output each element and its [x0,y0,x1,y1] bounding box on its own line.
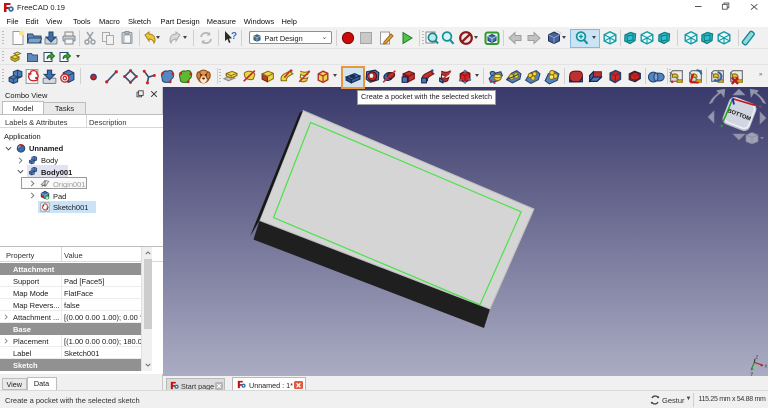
svg-text:x: x [765,364,768,370]
svg-text:z: z [756,355,759,361]
